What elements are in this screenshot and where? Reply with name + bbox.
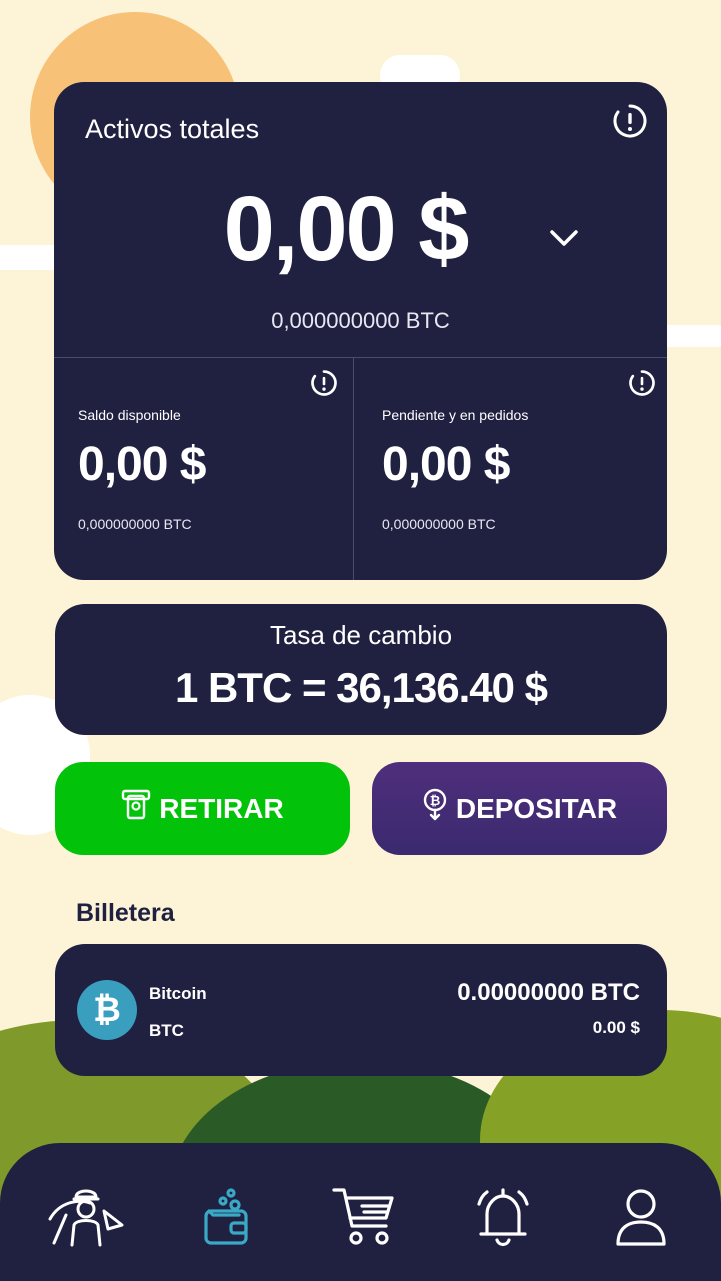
withdraw-button[interactable]: RETIRAR [55, 762, 350, 855]
svg-text:₿: ₿ [430, 794, 441, 809]
total-assets-card: Activos totales 0,00 $ 0,000000000 BTC S… [54, 82, 667, 580]
exchange-rate-title: Tasa de cambio [269, 620, 453, 650]
info-icon[interactable] [613, 104, 647, 138]
atm-icon [121, 788, 151, 829]
nav-item-profile[interactable] [601, 1185, 681, 1253]
nav-item-shop[interactable] [324, 1185, 404, 1253]
pending-amount: 0,00 $ [382, 438, 510, 491]
total-btc-amount: 0,000000000 BTC [271, 308, 450, 333]
coin-balance: 0.00000000 BTC [457, 979, 640, 1006]
deposit-label: DEPOSITAR [455, 792, 618, 824]
withdraw-label: RETIRAR [159, 792, 284, 824]
info-icon[interactable] [311, 370, 337, 396]
deposit-button[interactable]: ₿ DEPOSITAR [372, 762, 667, 855]
cart-icon [332, 1186, 396, 1253]
available-balance-amount: 0,00 $ [78, 438, 206, 491]
wallet-heading: Billetera [76, 899, 175, 927]
wallet-item-bitcoin[interactable]: ₿ Bitcoin BTC 0.00000000 BTC 0.00 $ [55, 944, 667, 1076]
user-icon [615, 1186, 667, 1253]
divider [353, 357, 354, 580]
info-icon[interactable] [629, 370, 655, 396]
available-balance-label: Saldo disponible [78, 407, 181, 423]
bitcoin-icon: ₿ [77, 980, 137, 1040]
coin-name: Bitcoin [149, 984, 207, 1003]
divider [54, 357, 667, 358]
bell-icon [475, 1186, 531, 1253]
nav-item-notifications[interactable] [463, 1185, 543, 1253]
exchange-rate-card: Tasa de cambio 1 BTC = 36,136.40 $ [55, 604, 667, 735]
bottom-navigation [0, 1143, 721, 1281]
coin-symbol: BTC [149, 1021, 184, 1040]
pending-label: Pendiente y en pedidos [382, 407, 529, 423]
pending-btc: 0,000000000 BTC [382, 516, 496, 532]
coin-fiat-value: 0.00 $ [592, 1018, 640, 1037]
available-balance-btc: 0,000000000 BTC [78, 516, 192, 532]
nav-item-wallet[interactable] [186, 1185, 266, 1253]
chevron-down-icon[interactable] [546, 220, 582, 261]
wallet-icon [201, 1187, 251, 1252]
total-assets-title: Activos totales [85, 114, 260, 144]
exchange-rate-value: 1 BTC = 36,136.40 $ [174, 664, 548, 711]
deposit-icon: ₿ [422, 788, 448, 829]
miner-icon [46, 1185, 126, 1254]
nav-item-miner[interactable] [46, 1185, 126, 1253]
